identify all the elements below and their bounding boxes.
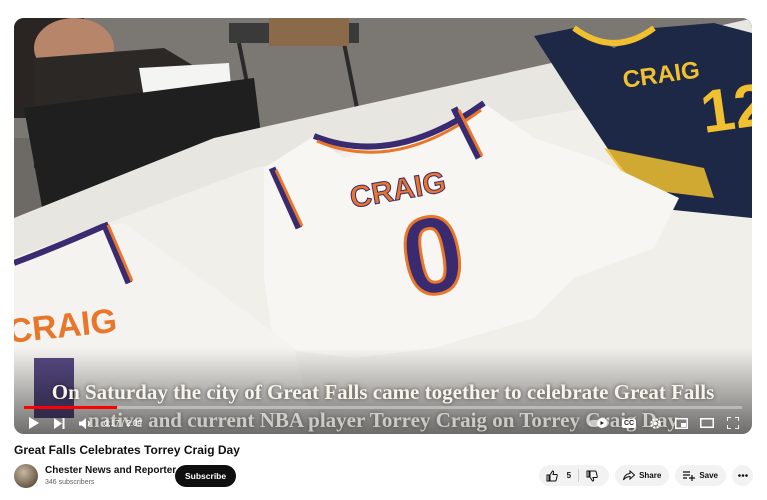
next-button[interactable] bbox=[46, 412, 72, 434]
gear-icon bbox=[649, 417, 661, 429]
like-button[interactable]: 5 bbox=[539, 465, 578, 486]
autoplay-toggle-icon bbox=[589, 418, 609, 428]
avatar[interactable] bbox=[14, 464, 38, 488]
share-label: Share bbox=[639, 471, 662, 480]
autoplay-toggle[interactable] bbox=[584, 412, 616, 434]
fullscreen-button[interactable] bbox=[720, 412, 746, 434]
subscribe-button[interactable]: Subscribe bbox=[175, 465, 237, 487]
dislike-button[interactable] bbox=[579, 465, 609, 486]
more-button[interactable] bbox=[732, 465, 753, 486]
theater-icon bbox=[700, 418, 714, 428]
share-icon bbox=[623, 470, 636, 481]
share-button[interactable]: Share bbox=[615, 465, 670, 486]
like-dislike-group: 5 bbox=[538, 465, 610, 486]
caption-line-1: On Saturday the city of Great Falls came… bbox=[51, 380, 715, 404]
volume-button[interactable] bbox=[72, 412, 98, 434]
volume-icon bbox=[78, 417, 90, 429]
subscriber-count: 346 subscribers bbox=[45, 479, 95, 486]
video-title: Great Falls Celebrates Torrey Craig Day bbox=[14, 443, 240, 457]
next-icon bbox=[53, 417, 64, 429]
pacers-jersey-number: 12 bbox=[696, 70, 752, 146]
progress-bar[interactable] bbox=[24, 406, 742, 409]
thumbs-up-icon bbox=[546, 469, 558, 481]
action-bar: 5 Share Save bbox=[538, 465, 753, 486]
captions-icon: CC bbox=[621, 418, 637, 428]
progress-bar-fill bbox=[24, 406, 118, 409]
save-label: Save bbox=[699, 471, 718, 480]
miniplayer-button[interactable] bbox=[668, 412, 694, 434]
save-button[interactable]: Save bbox=[675, 465, 726, 486]
video-player[interactable]: CRAIG 12 CRAIG 0 CRAIG On Saturday the c… bbox=[14, 18, 752, 434]
time-display: 0:17 / 2:09 bbox=[104, 418, 142, 428]
settings-button[interactable] bbox=[642, 412, 668, 434]
play-icon bbox=[28, 417, 39, 429]
theater-button[interactable] bbox=[694, 412, 720, 434]
time-total: 2:09 bbox=[126, 418, 142, 428]
thumbs-down-icon bbox=[586, 470, 598, 482]
captions-button[interactable]: CC bbox=[616, 412, 642, 434]
time-current: 0:17 bbox=[104, 418, 120, 428]
miniplayer-icon bbox=[674, 417, 688, 429]
more-icon bbox=[737, 474, 748, 477]
play-button[interactable] bbox=[20, 412, 46, 434]
player-controls: 0:17 / 2:09 CC bbox=[14, 412, 752, 434]
video-frame: CRAIG 12 CRAIG 0 CRAIG bbox=[14, 18, 752, 434]
like-count: 5 bbox=[566, 471, 572, 480]
channel-name[interactable]: Chester News and Reporter bbox=[45, 465, 176, 476]
fullscreen-icon bbox=[727, 417, 739, 429]
channel-row: Chester News and Reporter 346 subscriber… bbox=[14, 462, 753, 490]
playlist-add-icon bbox=[683, 470, 696, 481]
